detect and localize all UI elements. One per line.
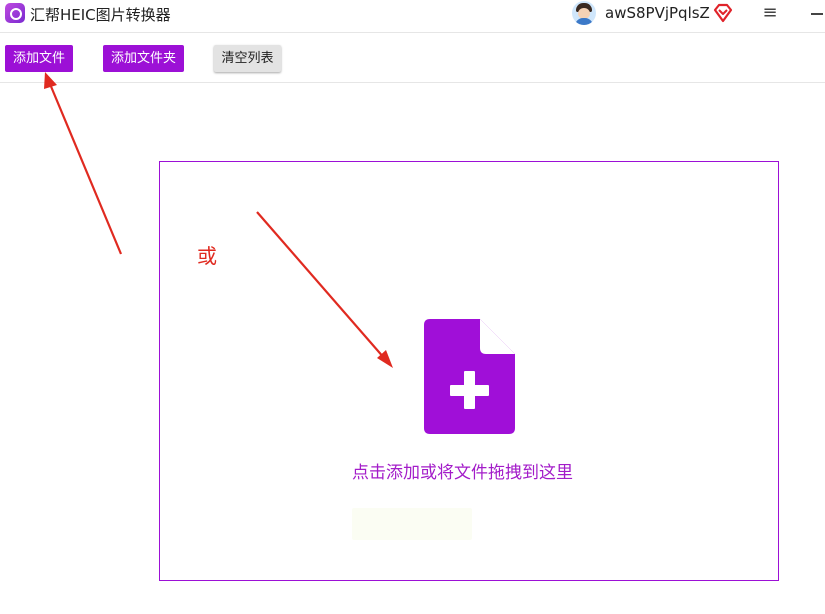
app-logo-icon: [5, 3, 25, 23]
add-file-button[interactable]: 添加文件: [5, 45, 73, 72]
clear-list-button[interactable]: 清空列表: [214, 45, 281, 72]
vip-diamond-icon[interactable]: [712, 2, 734, 24]
title-bar: 汇帮HEIC图片转换器 awS8PVjPqlsZ ≡: [0, 0, 825, 30]
file-add-icon[interactable]: [424, 319, 515, 434]
title-divider: [0, 32, 825, 33]
hamburger-menu-icon[interactable]: ≡: [762, 4, 778, 22]
minimize-icon[interactable]: [811, 13, 823, 15]
app-title: 汇帮HEIC图片转换器: [30, 6, 171, 24]
drop-hint-text[interactable]: 点击添加或将文件拖拽到这里: [352, 458, 592, 483]
or-annotation-text: 或: [197, 244, 217, 268]
faint-button: [352, 508, 472, 540]
avatar[interactable]: [572, 1, 596, 25]
username-label[interactable]: awS8PVjPqlsZ: [605, 4, 710, 22]
add-folder-button[interactable]: 添加文件夹: [103, 45, 184, 72]
arrow-to-add-file: [44, 72, 123, 255]
toolbar-divider: [0, 82, 825, 83]
